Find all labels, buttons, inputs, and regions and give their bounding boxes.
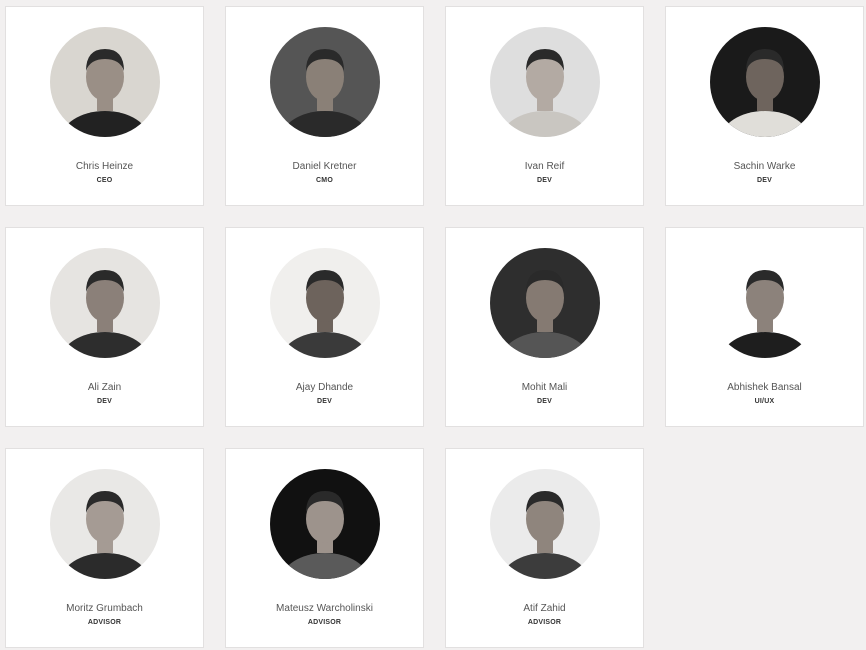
member-name: Ali Zain [87, 382, 122, 393]
member-role: DEV [757, 177, 772, 184]
team-member-card: Ivan Reif DEV [445, 6, 644, 206]
member-name: Moritz Grumbach [66, 603, 143, 614]
member-role: ADVISOR [87, 619, 122, 626]
team-member-card: Moritz Grumbach ADVISOR [5, 448, 204, 648]
member-role: CEO [96, 177, 113, 184]
team-member-card: Ajay Dhande DEV [225, 227, 424, 427]
member-role: DEV [317, 398, 332, 405]
team-member-card: Ali Zain DEV [5, 227, 204, 427]
member-name: Chris Heinze [75, 161, 134, 172]
avatar [50, 469, 160, 579]
avatar [50, 248, 160, 358]
avatar [710, 248, 820, 358]
avatar [490, 469, 600, 579]
avatar [490, 27, 600, 137]
team-member-card: Chris Heinze CEO [5, 6, 204, 206]
member-role: UI/UX [754, 398, 775, 405]
member-role: ADVISOR [527, 619, 562, 626]
team-member-card: Atif Zahid ADVISOR [445, 448, 644, 648]
member-name: Atif Zahid [523, 603, 566, 614]
team-member-card: Sachin Warke DEV [665, 6, 864, 206]
team-member-card: Mateusz Warcholinski ADVISOR [225, 448, 424, 648]
avatar [270, 469, 380, 579]
team-member-card: Abhishek Bansal UI/UX [665, 227, 864, 427]
member-name: Daniel Kretner [292, 161, 357, 172]
team-member-card: Daniel Kretner CMO [225, 6, 424, 206]
member-role: CMO [316, 177, 333, 184]
member-name: Abhishek Bansal [727, 382, 802, 393]
member-role: DEV [97, 398, 112, 405]
member-name: Ajay Dhande [295, 382, 354, 393]
member-role: ADVISOR [307, 619, 342, 626]
member-name: Sachin Warke [733, 161, 796, 172]
avatar [50, 27, 160, 137]
member-name: Mateusz Warcholinski [276, 603, 373, 614]
avatar [710, 27, 820, 137]
member-role: DEV [537, 177, 552, 184]
member-name: Mohit Mali [521, 382, 568, 393]
member-role: DEV [537, 398, 552, 405]
member-name: Ivan Reif [524, 161, 565, 172]
avatar [270, 248, 380, 358]
team-member-card: Mohit Mali DEV [445, 227, 644, 427]
avatar [490, 248, 600, 358]
avatar [270, 27, 380, 137]
team-grid: Chris Heinze CEO Daniel Kretner CMO Ivan Rei… [5, 6, 864, 648]
